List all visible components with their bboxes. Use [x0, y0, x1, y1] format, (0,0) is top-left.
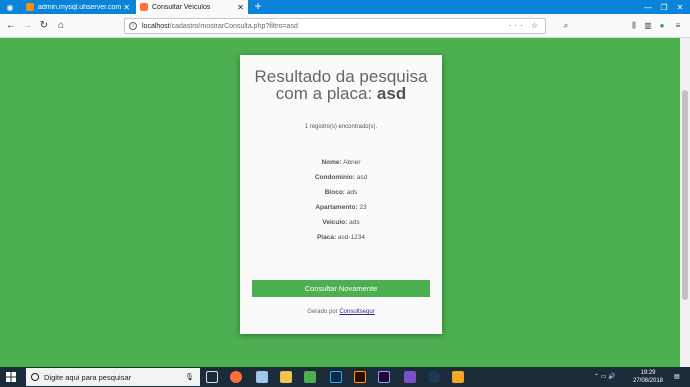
- title-line-2: com a placa:: [275, 84, 377, 103]
- microphone-icon[interactable]: 🎙: [185, 373, 194, 381]
- field-condominio: Condominio: asd: [240, 170, 442, 185]
- field-bloco: Bloco: ads: [240, 185, 442, 200]
- field-nome: Nome: Abner: [240, 155, 442, 170]
- field-value: ads: [349, 219, 360, 226]
- footer-link[interactable]: Consultsegur: [339, 309, 374, 315]
- library-icon[interactable]: ⫼: [628, 20, 640, 32]
- tab-strip: ◉ admin.mysql.uhserver.com / n... ✕ Cons…: [0, 0, 690, 14]
- android-taskbar-icon[interactable]: [304, 371, 316, 383]
- close-window-icon[interactable]: ✕: [672, 0, 688, 14]
- searched-plate: asd: [376, 84, 407, 103]
- notifications-icon[interactable]: ▤: [674, 373, 680, 380]
- steam-taskbar-icon[interactable]: [428, 371, 440, 383]
- whatsapp-icon[interactable]: ●: [656, 20, 668, 32]
- result-count: 1 registro(s) encontrado(s).: [304, 124, 378, 130]
- taskbar-search-placeholder: Digite aqui para pesquisar: [44, 372, 132, 382]
- footer: Gerado por Consultsegur: [240, 309, 442, 315]
- firefox-taskbar-icon[interactable]: [230, 371, 242, 383]
- navigation-bar: ← → ↻ ⌂ i localhost/cadastro/mostrarCons…: [0, 14, 690, 38]
- maximize-icon[interactable]: ❐: [656, 0, 672, 14]
- sublime-taskbar-icon[interactable]: [452, 371, 464, 383]
- field-label: Bloco:: [324, 189, 345, 196]
- firefox-menu-icon[interactable]: ◉: [4, 2, 16, 12]
- clock-date: 27/08/2018: [632, 378, 664, 384]
- page-actions-icon[interactable]: ··· ☆: [509, 21, 541, 30]
- field-veiculo: Veiculo: ads: [240, 215, 442, 230]
- close-tab-icon[interactable]: ✕: [237, 3, 244, 12]
- clock-time: 19:29: [640, 370, 656, 376]
- forward-icon[interactable]: →: [20, 19, 34, 33]
- search-icon[interactable]: ⌕: [560, 20, 572, 32]
- site-info-icon[interactable]: i: [129, 22, 137, 30]
- photoshop-taskbar-icon[interactable]: [330, 371, 342, 383]
- premiere-taskbar-icon[interactable]: [378, 371, 390, 383]
- taskbar-clock[interactable]: 19:29 27/08/2018: [628, 369, 668, 385]
- windows-start-icon[interactable]: [6, 372, 16, 382]
- consultar-novamente-button[interactable]: Consultar Novamente: [252, 280, 430, 297]
- tab-title: admin.mysql.uhserver.com / n...: [38, 3, 122, 11]
- page-title: Resultado da pesquisa com a placa: asd: [240, 68, 442, 102]
- app-box-taskbar-icon[interactable]: [256, 371, 268, 383]
- new-tab-icon[interactable]: +: [252, 0, 264, 14]
- tab-title: Consultar Veículos: [152, 3, 211, 11]
- close-tab-icon[interactable]: ✕: [123, 3, 130, 12]
- field-value: ads: [346, 189, 358, 196]
- phpmyadmin-favicon-icon: [26, 3, 34, 11]
- back-icon[interactable]: ←: [4, 19, 18, 33]
- result-fields: Nome: Abner Condominio: asd Bloco: ads A…: [240, 155, 442, 245]
- field-label: Condominio:: [314, 174, 355, 181]
- reload-icon[interactable]: ↻: [37, 19, 51, 33]
- field-value: Abner: [343, 159, 361, 166]
- sidebar-icon[interactable]: ▥: [642, 20, 654, 32]
- field-value: asd-1234: [337, 234, 366, 241]
- taskbar-search[interactable]: Digite aqui para pesquisar 🎙: [26, 368, 200, 386]
- scrollbar-thumb[interactable]: [682, 90, 688, 300]
- result-card: Resultado da pesquisa com a placa: asd 1…: [240, 55, 442, 334]
- file-explorer-taskbar-icon[interactable]: [280, 371, 292, 383]
- footer-prefix: Gerado por: [307, 309, 340, 315]
- visual-studio-taskbar-icon[interactable]: [404, 371, 416, 383]
- home-icon[interactable]: ⌂: [54, 19, 68, 33]
- tray-icons[interactable]: ⌃ ▭ 🔊: [594, 373, 616, 380]
- field-label: Apartamento:: [315, 204, 358, 211]
- field-value: 23: [359, 204, 367, 211]
- url-path: /cadastro/mostrarConsulta.php?filtro=asd: [169, 22, 298, 30]
- illustrator-taskbar-icon[interactable]: [354, 371, 366, 383]
- tab-phpmyadmin[interactable]: admin.mysql.uhserver.com / n... ✕: [22, 0, 134, 14]
- field-placa: Placa: asd-1234: [240, 230, 442, 245]
- field-label: Placa:: [316, 234, 337, 241]
- scrollbar[interactable]: [680, 38, 690, 367]
- task-view-icon[interactable]: [206, 371, 218, 383]
- address-bar[interactable]: i localhost/cadastro/mostrarConsulta.php…: [124, 18, 546, 34]
- cortana-icon: [31, 373, 39, 381]
- field-value: asd: [356, 174, 368, 181]
- menu-icon[interactable]: ≡: [672, 20, 684, 32]
- field-apartamento: Apartamento: 23: [240, 200, 442, 215]
- page-favicon-icon: [140, 3, 148, 11]
- field-label: Veiculo:: [322, 219, 348, 226]
- url-host: localhost: [142, 22, 170, 30]
- taskbar: Digite aqui para pesquisar 🎙 ⌃ ▭ 🔊 19:29…: [0, 367, 690, 387]
- tab-consultar-veiculos[interactable]: Consultar Veículos ✕: [136, 0, 248, 14]
- field-label: Nome:: [321, 159, 342, 166]
- minimize-icon[interactable]: —: [640, 0, 656, 14]
